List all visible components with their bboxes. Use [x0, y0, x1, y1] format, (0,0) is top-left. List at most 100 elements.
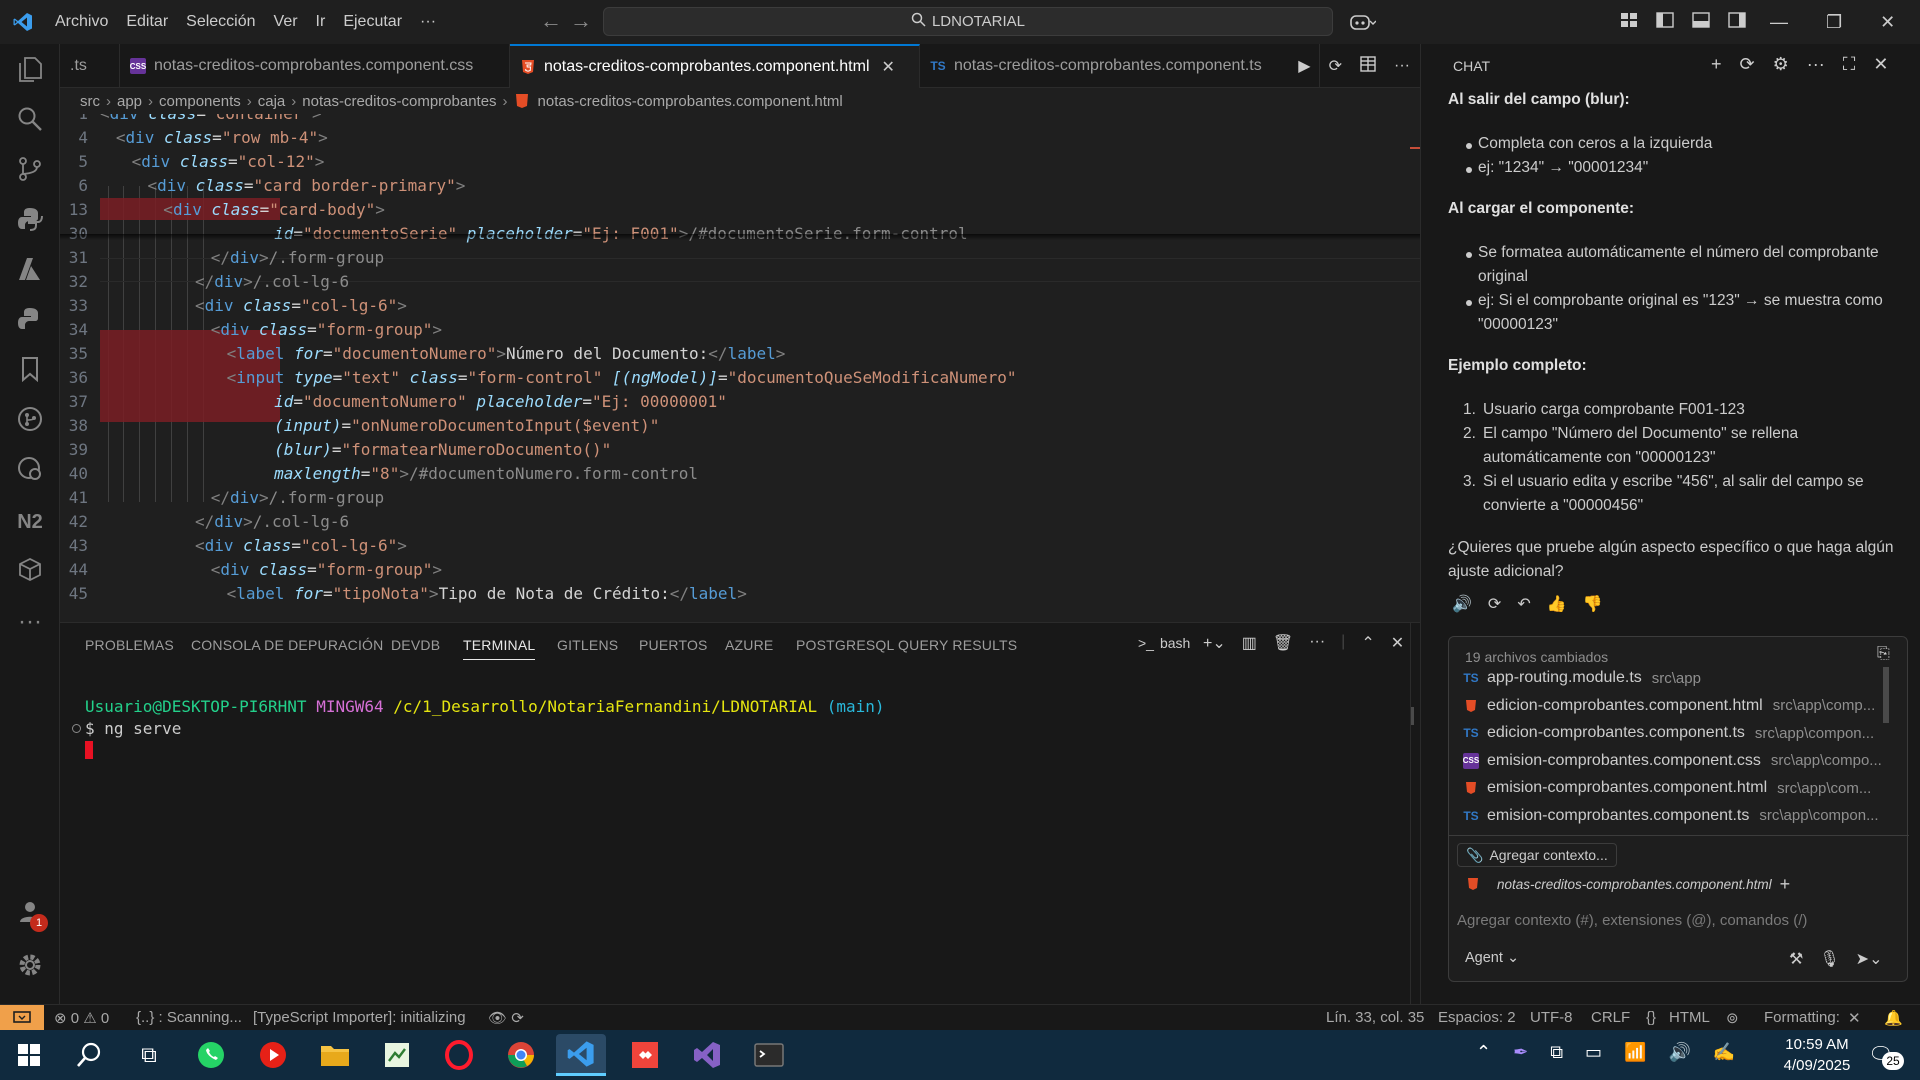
gitlens-inspect-icon[interactable] — [14, 456, 46, 488]
agent-mode-dropdown[interactable]: Agent ⌄ — [1465, 950, 1519, 966]
thumbs-up-icon[interactable]: 👍 — [1547, 594, 1567, 614]
retry-icon[interactable]: ⟳ — [1488, 594, 1501, 614]
more-actions-icon[interactable]: ··· — [1394, 57, 1410, 75]
breadcrumb-item[interactable]: components — [159, 93, 241, 110]
trash-icon[interactable]: 🗑 — [1273, 633, 1293, 653]
code-line[interactable]: 38 (input)="onNumeroDocumentoInput($event… — [60, 414, 1420, 438]
new-chat-icon[interactable]: + — [1711, 54, 1722, 75]
code-editor[interactable]: 1 <div class="container"> 4 <div class="row… — [60, 114, 1420, 622]
copilot-menu-icon[interactable] — [1350, 0, 1376, 44]
braces-icon[interactable]: {} — [1646, 1009, 1656, 1026]
code-line[interactable]: 40 maxlength="8">/#documentoNumero.form-c… — [60, 462, 1420, 486]
breadcrumb-item[interactable]: notas-creditos-comprobantes.component.ht… — [538, 93, 843, 110]
task-view-icon[interactable]: ⧉ — [128, 1034, 170, 1076]
panel-tab-azure[interactable]: AZURE — [725, 637, 773, 653]
more-icon[interactable]: ··· — [1309, 633, 1325, 653]
breadcrumb-item[interactable]: app — [117, 93, 142, 110]
volume-icon[interactable]: 🔊 — [1668, 1042, 1690, 1063]
terminal-shell-selector[interactable]: >_ bash — [1138, 635, 1190, 651]
code-line[interactable]: 31 </div>/.form-group — [60, 246, 1420, 270]
toggle-panel-icon[interactable] — [1692, 11, 1710, 33]
azure-icon[interactable] — [14, 256, 46, 288]
menu-ejecutar[interactable]: Ejecutar — [334, 0, 411, 44]
read-aloud-icon[interactable]: 🔊 — [1452, 594, 1472, 614]
breadcrumb-item[interactable]: notas-creditos-comprobantes — [302, 93, 496, 110]
database-icon[interactable] — [14, 556, 46, 588]
breadcrumb-item[interactable]: src — [80, 93, 100, 110]
sync-icons[interactable]: 👁 ⟳ — [488, 1009, 524, 1027]
panel-tab-problemas[interactable]: PROBLEMAS — [85, 637, 174, 653]
panel-tab-devdb[interactable]: DEVDB — [391, 637, 440, 653]
menu-ver[interactable]: Ver — [265, 0, 307, 44]
tab-css[interactable]: CSS notas-creditos-comprobantes.componen… — [120, 44, 510, 88]
chat-history-icon[interactable]: ⟳ — [1740, 54, 1755, 75]
restore-icon[interactable]: ❐ — [1826, 12, 1842, 33]
minimize-icon[interactable]: — — [1770, 12, 1788, 33]
notifications-bell-icon[interactable]: 🔔 — [1884, 1009, 1903, 1027]
explorer-icon[interactable] — [14, 56, 46, 88]
scanning-status[interactable]: {..} : Scanning... — [136, 1009, 242, 1026]
tray-overflow-icon[interactable]: ⌃ — [1476, 1042, 1491, 1063]
windows-start-icon[interactable] — [8, 1034, 50, 1076]
menu-archivo[interactable]: Archivo — [46, 0, 117, 44]
screen-share-icon[interactable]: ⧉ — [1550, 1042, 1563, 1063]
language-mode[interactable]: HTML — [1669, 1009, 1710, 1026]
close-window-icon[interactable]: ✕ — [1880, 12, 1895, 33]
send-icon[interactable]: ➤⌄ — [1856, 949, 1883, 969]
problems-status[interactable]: ⊗ 0 ⚠ 0 — [54, 1009, 109, 1027]
maximize-chat-icon[interactable]: ⛶ — [1843, 54, 1856, 75]
chrome-icon[interactable] — [500, 1034, 542, 1076]
bookmark-icon[interactable] — [14, 356, 46, 388]
youtube-music-icon[interactable] — [252, 1034, 294, 1076]
chat-settings-gear-icon[interactable]: ⚙ — [1773, 54, 1789, 75]
panel-tab-postgresql[interactable]: POSTGRESQL QUERY RESULTS — [796, 637, 1017, 653]
toggle-secondary-sidebar-icon[interactable] — [1728, 11, 1746, 33]
code-line[interactable]: 37 id="documentoNumero" placeholder="Ej: … — [60, 390, 1420, 414]
pen-input-icon[interactable]: ✍ — [1713, 1042, 1735, 1063]
chat-more-icon[interactable]: ··· — [1807, 54, 1825, 75]
whatsapp-icon[interactable] — [190, 1034, 232, 1076]
menu-more[interactable]: ··· — [411, 0, 445, 44]
code-line[interactable]: 32 </div>/.col-lg-6 — [60, 270, 1420, 294]
file-explorer-icon[interactable] — [314, 1034, 356, 1076]
run-icon[interactable]: ▶ — [1298, 56, 1310, 76]
code-line[interactable]: 36 <input type="text" class="form-control… — [60, 366, 1420, 390]
changed-file-item[interactable]: TS emision-comprobantes.component.ts src\a… — [1463, 807, 1878, 825]
code-line[interactable]: 41 </div>/.form-group — [60, 486, 1420, 510]
back-arrow-icon[interactable]: ← — [540, 8, 562, 34]
panel-tab-gitlens[interactable]: GITLENS — [557, 637, 618, 653]
add-context-button[interactable]: 📎 Agregar contexto... — [1457, 843, 1617, 867]
panel-tab-consola[interactable]: CONSOLA DE DEPURACIÓN — [191, 637, 383, 653]
files-scrollbar[interactable] — [1883, 667, 1889, 723]
add-file-icon[interactable]: + — [1780, 874, 1791, 895]
visual-studio-icon[interactable] — [686, 1034, 728, 1076]
undo-icon[interactable]: ↶ — [1517, 594, 1530, 614]
microphone-icon[interactable]: 🎙 — [1819, 949, 1839, 969]
encoding-status[interactable]: UTF-8 — [1530, 1009, 1573, 1026]
clock[interactable]: 10:59 AM 4/09/2025 — [1762, 1034, 1872, 1076]
more-views-icon[interactable]: ··· — [14, 606, 46, 638]
taskbar-search-icon[interactable] — [68, 1034, 110, 1076]
n2-extension-icon[interactable]: N2 — [14, 506, 46, 538]
code-line[interactable]: 1 <div class="container"> — [60, 114, 1420, 126]
code-line[interactable]: 4 <div class="row mb-4"> — [60, 126, 1420, 150]
code-line[interactable]: 33 <div class="col-lg-6"> — [60, 294, 1420, 318]
close-chat-icon[interactable]: ✕ — [1873, 54, 1888, 75]
forward-arrow-icon[interactable]: → — [570, 8, 592, 34]
copilot-status-icon[interactable]: ⊚ — [1726, 1009, 1739, 1027]
split-editor-icon[interactable] — [1360, 55, 1376, 77]
code-line[interactable]: 35 <label for="documentoNumero">Número de… — [60, 342, 1420, 366]
gitlens-icon[interactable] — [14, 406, 46, 438]
tab-ts-partial[interactable]: .ts — [60, 44, 120, 88]
breadcrumb-item[interactable]: caja — [258, 93, 286, 110]
close-tab-icon[interactable]: ✕ — [882, 57, 895, 77]
code-line[interactable]: 13 <div class="card-body"> — [60, 198, 1420, 222]
sheets-app-icon[interactable] — [376, 1034, 418, 1076]
search-sidebar-icon[interactable] — [14, 106, 46, 138]
indentation-status[interactable]: Espacios: 2 — [1438, 1009, 1516, 1026]
pen-app-icon[interactable]: ✒ — [1513, 1042, 1528, 1063]
changed-file-item[interactable]: CSS emision-comprobantes.component.css src… — [1463, 752, 1882, 770]
code-line[interactable]: 6 <div class="card border-primary"> — [60, 174, 1420, 198]
context-file-chip[interactable]: notas-creditos-comprobantes.component.ht… — [1457, 872, 1798, 896]
code-line[interactable]: 45 <label for="tipoNota">Tipo de Nota de … — [60, 582, 1420, 606]
